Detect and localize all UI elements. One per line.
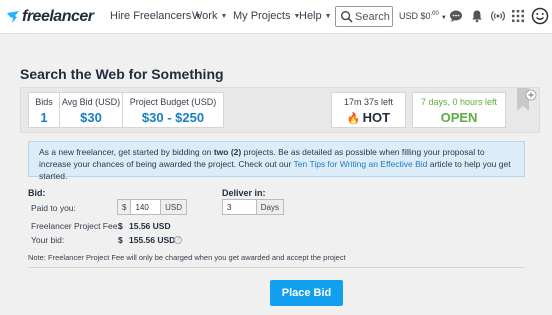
deliver-in-heading: Deliver in: [222, 188, 266, 198]
chevron-down-icon: ▼ [440, 15, 447, 21]
your-bid-value: 155.56 USD [129, 235, 176, 245]
place-bid-button[interactable]: Place Bid [270, 280, 343, 306]
delivery-days-input[interactable]: 3 Days [222, 199, 284, 215]
flame-icon: 🔥 [346, 113, 361, 125]
signal-icon[interactable] [491, 9, 505, 23]
avg-bid-value: $30 [80, 110, 102, 125]
search-icon [340, 10, 353, 23]
nav-help-label: Help [299, 10, 322, 22]
delivery-days-value: 3 [227, 203, 232, 212]
hot-label: HOT [362, 110, 391, 125]
avg-bid-label: Avg Bid (USD) [61, 97, 121, 107]
nav-my-projects-label: My Projects [233, 10, 291, 22]
open-label: OPEN [440, 110, 478, 125]
help-icon[interactable]: ? [174, 236, 182, 244]
hot-status: 🔥 HOT [332, 110, 405, 125]
delivery-days-unit: Days [255, 200, 283, 214]
freelancer-bird-icon [7, 11, 19, 23]
open-status-box: 7 days, 0 hours left OPEN [412, 92, 506, 128]
chevron-down-icon: ▼ [220, 13, 228, 20]
budget-value: $30 - $250 [141, 110, 205, 125]
time-left-label: 17m 37s left [343, 97, 394, 107]
avatar-smiley-icon[interactable] [531, 7, 549, 25]
bid-currency-prefix: $ [118, 200, 132, 214]
project-fee-note: Note: Freelancer Project Fee will only b… [28, 253, 346, 262]
paid-to-you-label: Paid to you: [31, 203, 76, 213]
nav-work-label: Work [192, 10, 218, 22]
search-input[interactable]: Search [335, 6, 393, 27]
bookmark-add-icon[interactable] [515, 87, 537, 113]
bid-amount-input[interactable]: $ 140 USD [117, 199, 187, 215]
bids-stat: Bids 1 [29, 93, 59, 127]
bid-currency-suffix: USD [160, 200, 186, 214]
search-placeholder: Search [355, 11, 390, 23]
bid-stats-group: Bids 1 Avg Bid (USD) $30 Project Budget … [28, 92, 224, 128]
project-fee-label: Freelancer Project Fee: [31, 221, 120, 231]
bid-heading: Bid: [28, 188, 46, 198]
nav-hire-freelancers-label: Hire Freelancers [110, 10, 192, 22]
open-time-label: 7 days, 0 hours left [420, 97, 498, 107]
banner-text-1: As a new freelancer, get started by bidd… [39, 147, 214, 157]
logo-text: freelancer [22, 8, 94, 25]
nav-hire-freelancers[interactable]: Hire Freelancers ▼ [110, 10, 201, 22]
budget-label: Project Budget (USD) [129, 97, 217, 107]
bid-amount-value: 140 [135, 203, 149, 212]
project-stats-card: Bids 1 Avg Bid (USD) $30 Project Budget … [20, 87, 540, 133]
page-title: Search the Web for Something [20, 66, 224, 82]
balance-cents: .00 [430, 11, 439, 17]
top-navigation-bar: freelancer Hire Freelancers ▼ Work ▼ My Pr… [0, 0, 552, 34]
bids-value: 1 [40, 110, 48, 125]
balance-amount: USD $0 [399, 11, 431, 21]
notification-bell-icon[interactable] [470, 9, 484, 23]
your-bid-label: Your bid: [31, 235, 65, 245]
bid-tips-link[interactable]: Ten Tips for Writing an Effective Bid [294, 159, 428, 169]
nav-my-projects[interactable]: My Projects ▼ [233, 10, 300, 22]
account-balance[interactable]: USD $0.00▼ [399, 11, 447, 21]
chat-icon[interactable] [449, 9, 463, 23]
your-bid-currency: $ [118, 235, 123, 245]
project-fee-value: 15.56 USD [129, 221, 171, 231]
project-fee-currency: $ [118, 221, 123, 231]
nav-help[interactable]: Help ▼ [299, 10, 332, 22]
nav-work[interactable]: Work ▼ [192, 10, 227, 22]
freelancer-logo[interactable]: freelancer [6, 7, 94, 27]
chevron-down-icon: ▼ [324, 13, 332, 20]
apps-grid-icon[interactable] [511, 9, 525, 23]
time-left-box: 17m 37s left 🔥 HOT [331, 92, 406, 128]
form-divider [28, 267, 525, 268]
bids-label: Bids [35, 97, 53, 107]
banner-bold-count: two (2) [213, 147, 242, 157]
new-freelancer-info-banner: As a new freelancer, get started by bidd… [28, 141, 525, 181]
avg-bid-stat: Avg Bid (USD) $30 [59, 93, 122, 127]
budget-stat: Project Budget (USD) $30 - $250 [122, 93, 223, 127]
